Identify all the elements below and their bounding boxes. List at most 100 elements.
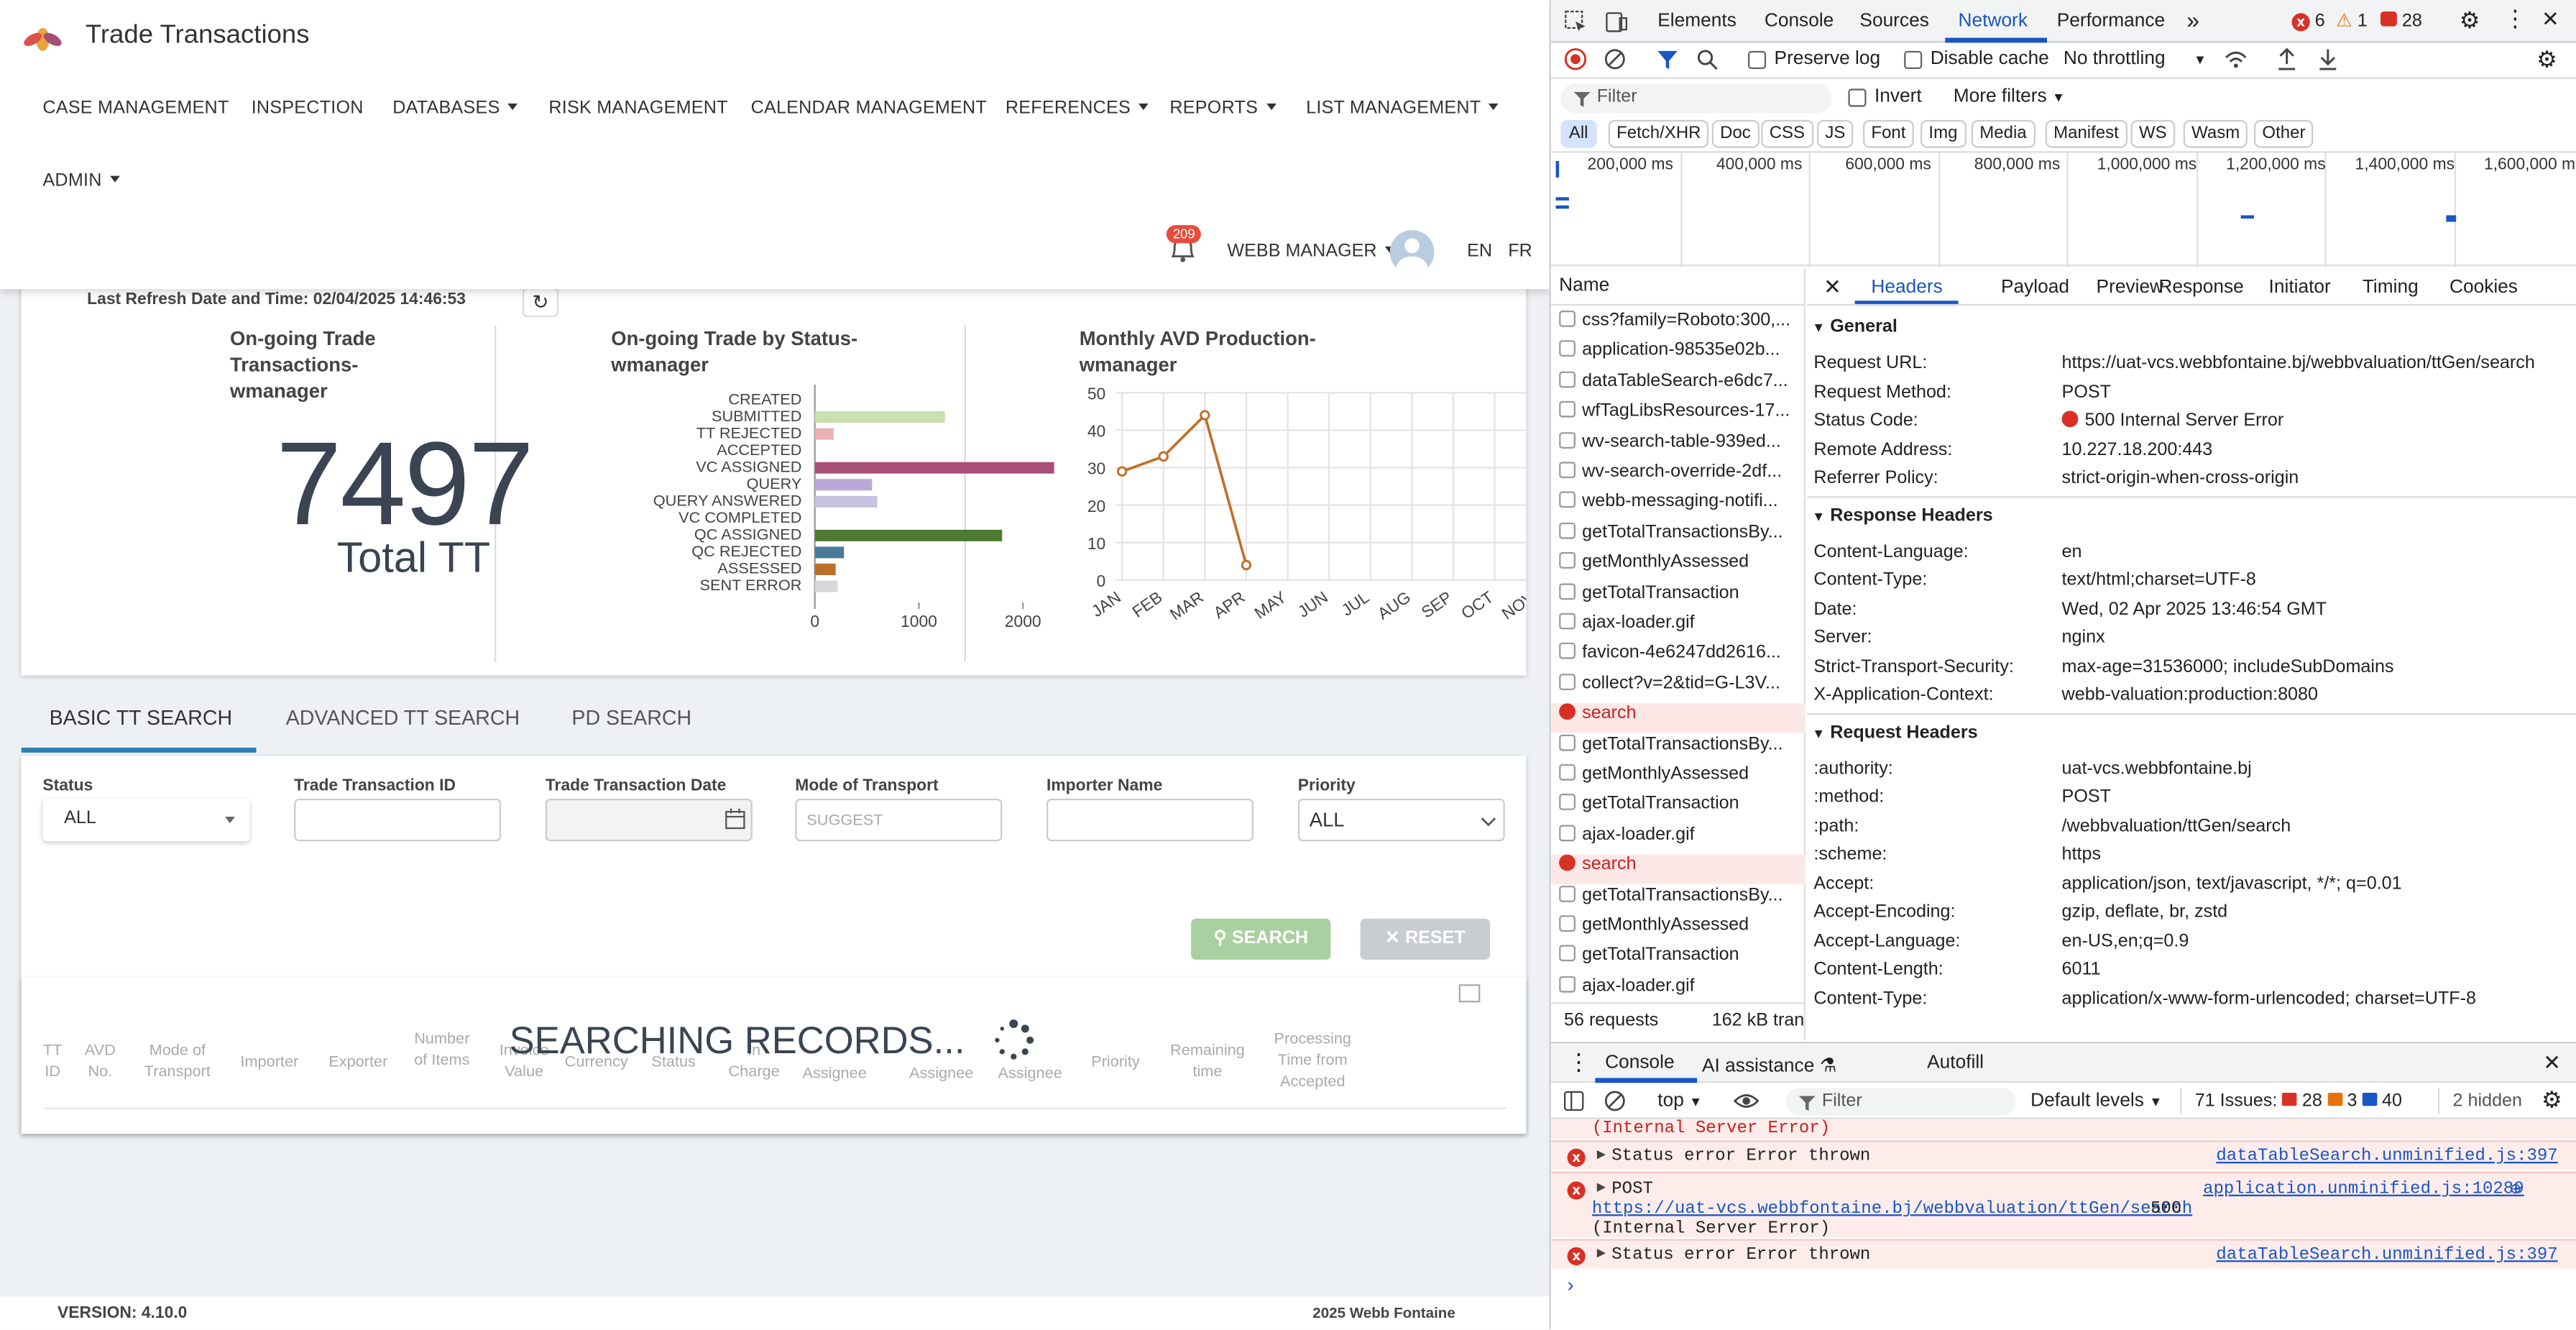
export-har-icon[interactable] bbox=[2317, 46, 2340, 73]
search-icon[interactable] bbox=[1696, 47, 1719, 70]
type-chip-all[interactable]: All bbox=[1560, 119, 1596, 148]
importer-input[interactable] bbox=[1046, 798, 1254, 842]
section-response-headers[interactable]: ▼ Response Headers bbox=[1812, 505, 1992, 525]
sidebar-toggle-icon[interactable] bbox=[1563, 1091, 1584, 1111]
detail-tab-preview[interactable]: Preview bbox=[2097, 278, 2163, 297]
nav-calendar-management[interactable]: CALENDAR MANAGEMENT bbox=[751, 98, 987, 118]
issues-counter[interactable]: 71 Issues: 28 3 40 bbox=[2195, 1091, 2402, 1111]
clear-console-icon[interactable] bbox=[1604, 1089, 1627, 1112]
drawer-tab-console[interactable]: Console bbox=[1605, 1053, 1674, 1073]
console-message[interactable]: x ▶ Status error Error thrown dataTableS… bbox=[1550, 1239, 2576, 1269]
more-filters-button[interactable]: More filters ▼ bbox=[1954, 87, 2065, 106]
lang-en[interactable]: EN bbox=[1467, 242, 1492, 261]
settings-gear-icon[interactable]: ⚙ bbox=[2460, 6, 2480, 35]
col-assignee-2[interactable]: Assignee bbox=[903, 1063, 979, 1085]
console-prompt-icon[interactable]: › bbox=[1568, 1273, 1574, 1296]
console-message[interactable]: x ▶ POST application.unminified.js:10289… bbox=[1550, 1171, 2576, 1239]
devtools-tab-performance[interactable]: Performance bbox=[2057, 12, 2165, 31]
lang-fr[interactable]: FR bbox=[1508, 242, 1532, 261]
filter-icon[interactable] bbox=[1656, 47, 1679, 70]
console-settings-gear-icon[interactable]: ⚙ bbox=[2542, 1086, 2562, 1114]
type-chip-img[interactable]: Img bbox=[1920, 119, 1966, 148]
nav-case-management[interactable]: CASE MANAGEMENT bbox=[42, 98, 229, 118]
default-levels-select[interactable]: Default levels ▼ bbox=[2030, 1091, 2162, 1111]
devtools-tab-network[interactable]: Network bbox=[1959, 12, 2028, 31]
expand-triangle-icon[interactable]: ▶ bbox=[1597, 1147, 1606, 1163]
devtools-tab-elements[interactable]: Elements bbox=[1657, 12, 1736, 31]
type-chip-js[interactable]: JS bbox=[1816, 119, 1854, 148]
record-stop-icon[interactable] bbox=[1564, 47, 1587, 70]
request-url-link[interactable]: https://uat-vcs.webbfontaine.bj/webbvalu… bbox=[1592, 1200, 2192, 1219]
reset-button[interactable]: ✕ RESET bbox=[1360, 918, 1491, 960]
bar-qc-assigned[interactable] bbox=[814, 529, 1003, 541]
search-button[interactable]: ⚲ SEARCH bbox=[1191, 918, 1331, 960]
ai-explain-icon[interactable]: ⊕ bbox=[2511, 1178, 2521, 1201]
context-select[interactable]: top ▼ bbox=[1657, 1091, 1702, 1111]
refresh-button[interactable]: ↻ bbox=[522, 287, 559, 318]
devtools-tab-console[interactable]: Console bbox=[1765, 12, 1834, 31]
bar-vc-assigned[interactable] bbox=[814, 462, 1054, 474]
ttdate-input[interactable] bbox=[545, 798, 753, 842]
section-request-headers[interactable]: ▼ Request Headers bbox=[1812, 723, 1978, 742]
error-counter[interactable]: x 6 bbox=[2291, 12, 2325, 32]
network-conditions-icon[interactable] bbox=[2223, 47, 2250, 70]
clear-icon[interactable] bbox=[1604, 47, 1627, 70]
user-menu[interactable]: WEBB MANAGER bbox=[1227, 242, 1395, 261]
drawer-menu-icon[interactable]: ⋮ bbox=[1568, 1048, 1591, 1076]
col-tt-id[interactable]: TT ID bbox=[40, 1040, 66, 1083]
nav-list-management[interactable]: LIST MANAGEMENT bbox=[1306, 98, 1499, 119]
mode-input[interactable]: SUGGEST bbox=[795, 798, 1003, 842]
close-details-icon[interactable]: ✕ bbox=[1823, 275, 1841, 301]
data-point[interactable] bbox=[1116, 466, 1128, 477]
bar-tt-rejected[interactable] bbox=[814, 428, 834, 440]
priority-select[interactable]: ALL bbox=[1297, 798, 1505, 842]
data-point[interactable] bbox=[1158, 451, 1169, 462]
col-importer[interactable]: Importer bbox=[231, 1052, 307, 1073]
type-chip-media[interactable]: Media bbox=[1971, 119, 2036, 148]
inspect-element-icon[interactable] bbox=[1564, 10, 1587, 33]
source-link[interactable]: application.unminified.js:10289 bbox=[2203, 1180, 2524, 1199]
throttling-select[interactable]: No throttling ▼ bbox=[2064, 50, 2207, 69]
drawer-tab-autofill[interactable]: Autofill bbox=[1927, 1053, 1984, 1073]
network-settings-gear-icon[interactable]: ⚙ bbox=[2536, 46, 2557, 74]
type-chip-ws[interactable]: WS bbox=[2130, 119, 2176, 148]
ttid-input[interactable] bbox=[294, 798, 502, 842]
issue-counter[interactable]: 28 bbox=[2380, 11, 2422, 31]
data-point[interactable] bbox=[1200, 410, 1210, 421]
col-processing-time[interactable]: Processing Time from Accepted bbox=[1264, 1029, 1362, 1093]
col-assignee-3[interactable]: Assignee bbox=[993, 1063, 1068, 1085]
kebab-menu-icon[interactable]: ⋮ bbox=[2503, 5, 2526, 33]
col-priority[interactable]: Priority bbox=[1080, 1052, 1152, 1073]
bar-qc-rejected[interactable] bbox=[814, 546, 845, 559]
preserve-log-checkbox[interactable] bbox=[1747, 50, 1767, 69]
col-mode[interactable]: Mode of Transport bbox=[137, 1040, 218, 1083]
col-exporter[interactable]: Exporter bbox=[321, 1052, 396, 1073]
status-select[interactable]: ALL bbox=[42, 798, 250, 842]
nav-reports[interactable]: REPORTS bbox=[1169, 98, 1276, 119]
detail-tab-headers[interactable]: Headers bbox=[1871, 278, 1942, 297]
type-chip-fetchxhr[interactable]: Fetch/XHR bbox=[1608, 119, 1709, 148]
eye-icon[interactable] bbox=[1733, 1089, 1760, 1112]
source-link[interactable]: dataTableSearch.unminified.js:397 bbox=[2216, 1147, 2557, 1166]
import-har-icon[interactable] bbox=[2276, 46, 2299, 73]
close-devtools-icon[interactable]: ✕ bbox=[2542, 6, 2559, 33]
col-assignee-1[interactable]: Assignee bbox=[797, 1063, 873, 1085]
type-chip-other[interactable]: Other bbox=[2253, 119, 2314, 148]
console-message[interactable]: x ▶ Status error Error thrown dataTableS… bbox=[1550, 1140, 2576, 1170]
nav-databases[interactable]: DATABASES bbox=[392, 98, 518, 119]
tab-basic-search[interactable]: BASIC TT SEARCH bbox=[50, 707, 233, 730]
console-filter-input[interactable]: Filter bbox=[1785, 1088, 2016, 1116]
type-chip-wasm[interactable]: Wasm bbox=[2183, 119, 2248, 148]
more-tabs-icon[interactable]: » bbox=[2186, 6, 2199, 33]
col-avd-no[interactable]: AVD No. bbox=[82, 1040, 118, 1083]
expand-triangle-icon[interactable]: ▶ bbox=[1597, 1246, 1606, 1262]
type-chip-manifest[interactable]: Manifest bbox=[2045, 119, 2128, 148]
nav-inspection[interactable]: INSPECTION bbox=[252, 98, 364, 118]
detail-tab-payload[interactable]: Payload bbox=[2001, 278, 2069, 297]
devtools-tab-sources[interactable]: Sources bbox=[1859, 12, 1928, 31]
type-chip-font[interactable]: Font bbox=[1862, 119, 1914, 148]
detail-tab-initiator[interactable]: Initiator bbox=[2269, 278, 2331, 297]
close-drawer-icon[interactable]: ✕ bbox=[2543, 1050, 2561, 1077]
disable-cache-checkbox[interactable] bbox=[1904, 50, 1923, 69]
section-general[interactable]: ▼ General bbox=[1812, 317, 1898, 336]
